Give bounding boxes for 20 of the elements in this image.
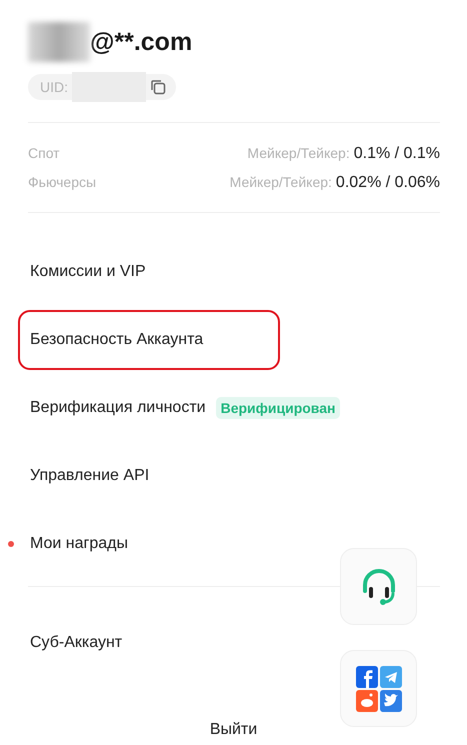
menu-item[interactable]: Управление API [0, 446, 152, 506]
account-email: @**.com [90, 28, 192, 56]
menu-item[interactable]: Суб-Аккаунт [0, 613, 124, 673]
menu-item[interactable]: Комиссии и VIP [0, 242, 148, 302]
menu-item[interactable]: Мои награды [0, 514, 130, 574]
uid-label: UID: [40, 79, 68, 95]
social-button[interactable] [340, 650, 417, 727]
fee-value: 0.02% / 0.06% [336, 174, 440, 192]
logout-link[interactable]: Выйти [0, 721, 467, 739]
market-label: Спот [28, 145, 60, 161]
social-icons-drawing [356, 666, 402, 712]
fee-label: Мейкер/Тейкер: [247, 145, 350, 161]
market-label: Фьючерсы [28, 174, 96, 190]
fee-label: Мейкер/Тейкер: [230, 174, 332, 190]
redacted-area [28, 22, 90, 62]
status-badge: Верифицирован [216, 397, 340, 419]
menu-item[interactable]: Безопасность Аккаунта [18, 310, 280, 370]
menu-item[interactable]: Верификация личности Верифицирован [0, 378, 342, 438]
copy-icon[interactable] [150, 79, 166, 95]
fee-value: 0.1% / 0.1% [354, 145, 440, 163]
